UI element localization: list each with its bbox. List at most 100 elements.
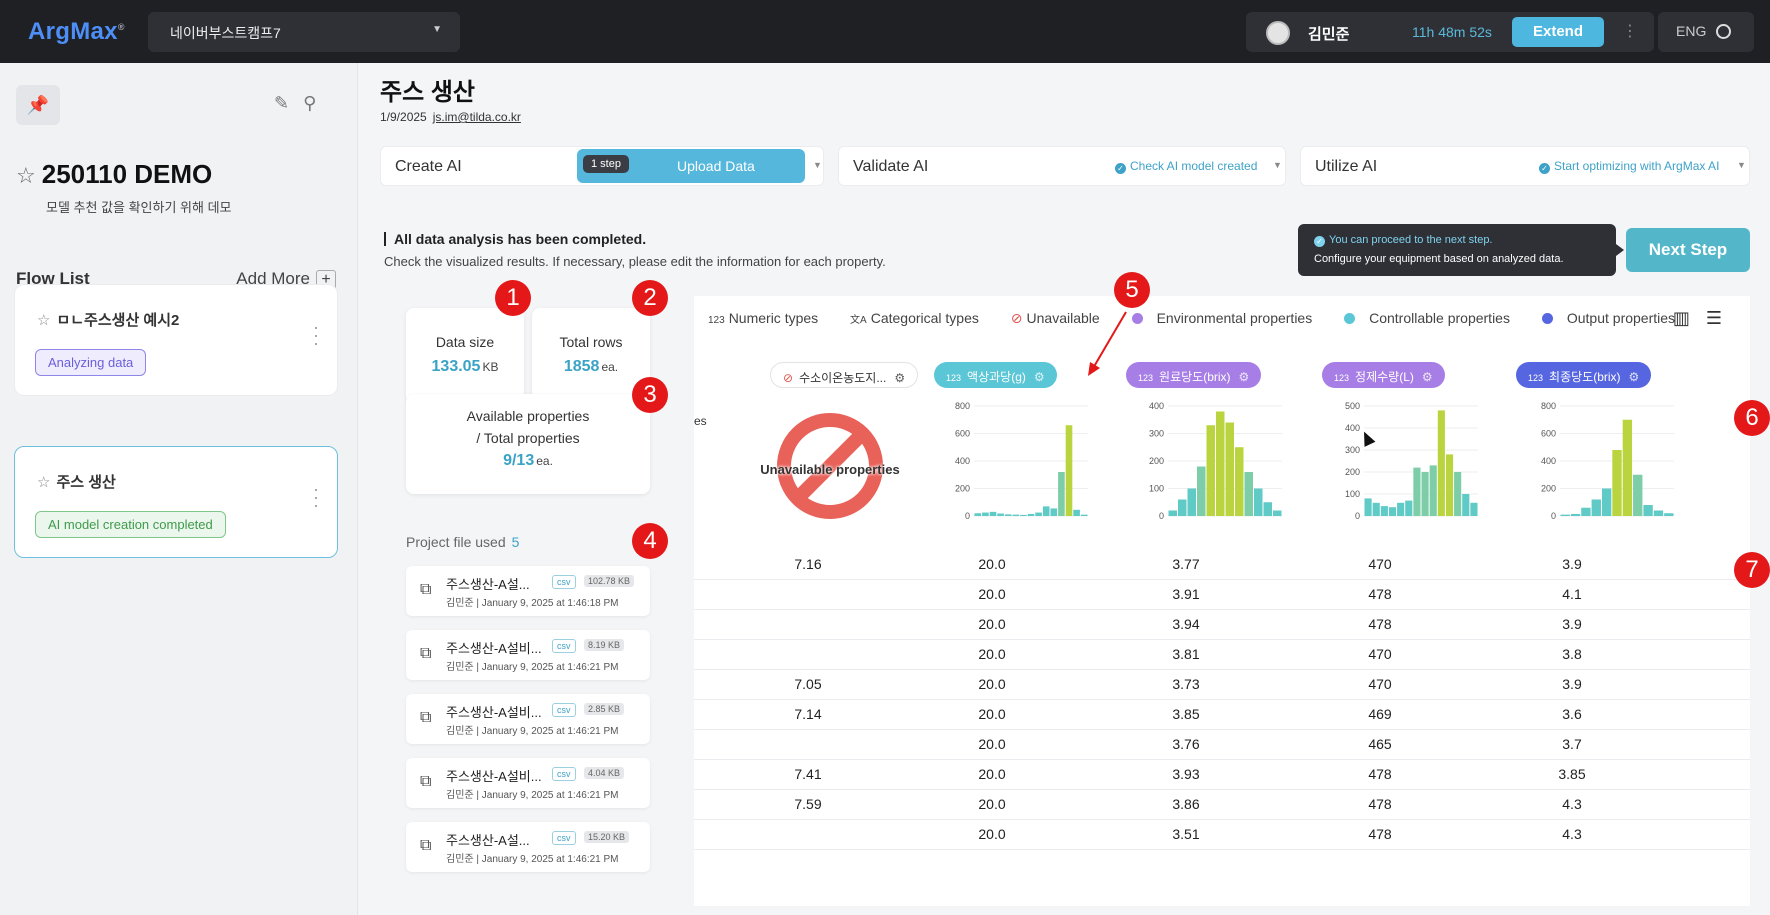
properties-card: Available properties / Total properties … bbox=[406, 394, 650, 494]
tick-label: 600 bbox=[955, 429, 970, 439]
edit-icon[interactable]: ✎ bbox=[274, 93, 303, 113]
star-icon[interactable]: ☆ bbox=[37, 312, 50, 329]
step-label: Utilize AI bbox=[1315, 158, 1378, 175]
file-name: 주스생산-A설... bbox=[446, 833, 530, 848]
tick-label: 400 bbox=[1149, 401, 1164, 411]
file-name: 주스생산-A설비... bbox=[446, 769, 542, 784]
tick-label: 0 bbox=[1551, 511, 1556, 521]
step-create-ai[interactable]: Create AI 1 step Upload Data ▼ bbox=[380, 146, 824, 186]
step-validate-ai[interactable]: Validate AI ✓ Check AI model created ▼ bbox=[838, 146, 1286, 186]
column-header-c1[interactable]: 123 액상과당(g) ⚙ bbox=[934, 362, 1057, 388]
table-cell: 3.94 bbox=[1172, 616, 1200, 632]
grid-view-icon[interactable]: ▥ bbox=[1673, 308, 1706, 328]
flow-card[interactable]: ☆ ㅁㄴ주스생산 예시2 · · · Analyzing data bbox=[14, 284, 338, 396]
project-file-item[interactable]: ⧉ 주스생산-A설비... csv 8.19 KB 김민준 | January 9, 2… bbox=[406, 630, 650, 680]
project-file-item[interactable]: ⧉ 주스생산-A설비... csv 4.04 KB 김민준 | January 9, 2… bbox=[406, 758, 650, 808]
page-meta: 1/9/2025 js.im@tilda.co.kr bbox=[380, 110, 521, 124]
table-cell: 3.9 bbox=[1562, 616, 1582, 632]
more-options-icon[interactable]: · · · bbox=[313, 318, 319, 352]
histogram-bar bbox=[1050, 508, 1058, 516]
tick-label: 400 bbox=[955, 456, 970, 466]
more-options-icon[interactable]: · · · bbox=[313, 480, 319, 514]
more-options-icon[interactable]: ⋮ bbox=[1622, 21, 1638, 41]
table-cell: 3.76 bbox=[1172, 736, 1200, 752]
status-badge: Analyzing data bbox=[35, 349, 147, 376]
file-size-badge: 8.19 KB bbox=[584, 639, 625, 651]
table-cell: 20.0 bbox=[978, 706, 1006, 722]
table-row[interactable]: 7.16 20.0 3.77 470 3.9 bbox=[694, 550, 1750, 580]
gear-icon[interactable]: ⚙ bbox=[894, 371, 905, 385]
check-icon: ✓ bbox=[1115, 163, 1126, 174]
histogram-bar bbox=[1073, 509, 1080, 516]
app-logo[interactable]: ArgMax® bbox=[28, 18, 125, 46]
star-icon[interactable]: ☆ bbox=[16, 163, 36, 188]
step-utilize-ai[interactable]: Utilize AI ✓ Start optimizing with ArgMax… bbox=[1300, 146, 1750, 186]
table-row[interactable]: 20.0 3.51 478 4.3 bbox=[694, 820, 1750, 850]
list-view-icon[interactable]: ☰ bbox=[1706, 308, 1738, 328]
annotation-marker: 6 bbox=[1734, 400, 1770, 436]
extend-button[interactable]: Extend bbox=[1512, 17, 1604, 47]
chevron-down-icon[interactable]: ▼ bbox=[1273, 160, 1282, 170]
user-settings-icon[interactable]: ⚲ bbox=[303, 93, 330, 113]
workspace-name: 네이버부스트캠프7 bbox=[170, 25, 281, 41]
unavailable-chart: Unavailable properties bbox=[750, 404, 910, 534]
table-row[interactable]: 20.0 3.81 470 3.8 bbox=[694, 640, 1750, 670]
histogram-bar bbox=[1454, 472, 1462, 516]
project-file-item[interactable]: ⧉ 주스생산-A설... csv 102.78 KB 김민준 | January 9, … bbox=[406, 566, 650, 616]
histogram-bar bbox=[1413, 467, 1421, 516]
column-header-c4[interactable]: 123 최종당도(brix) ⚙ bbox=[1516, 362, 1652, 388]
workspace-select[interactable]: 네이버부스트캠프7 ▼ bbox=[148, 12, 460, 52]
flow-card-active[interactable]: ☆ 주스 생산 · · · AI model creation completed bbox=[14, 446, 338, 558]
histogram-chart: 400 300 200 100 0 bbox=[1138, 400, 1288, 530]
legend-numeric[interactable]: 123 Numeric types bbox=[708, 310, 832, 326]
gear-icon[interactable]: ⚙ bbox=[1629, 370, 1640, 384]
table-row[interactable]: 7.59 20.0 3.86 478 4.3 bbox=[694, 790, 1750, 820]
gear-icon[interactable]: ⚙ bbox=[1422, 370, 1433, 384]
histogram-bar bbox=[1633, 474, 1643, 516]
histogram-bar bbox=[1012, 514, 1020, 516]
table-cell: 4.3 bbox=[1562, 796, 1582, 812]
project-file-item[interactable]: ⧉ 주스생산-A설비... csv 2.85 KB 김민준 | January 9, 2… bbox=[406, 694, 650, 744]
file-copy-icon: ⧉ bbox=[420, 645, 432, 662]
chevron-down-icon[interactable]: ▼ bbox=[813, 160, 822, 170]
legend-categorical[interactable]: 文A Categorical types bbox=[850, 310, 993, 326]
column-header-unavailable[interactable]: ⊘ 수소이온농도지... ⚙ bbox=[770, 362, 919, 388]
table-row[interactable]: 20.0 3.94 478 3.9 bbox=[694, 610, 1750, 640]
language-select[interactable]: ENG bbox=[1658, 12, 1754, 52]
gear-icon[interactable]: ⚙ bbox=[1034, 370, 1045, 384]
table-cell: 478 bbox=[1368, 796, 1392, 812]
pin-icon[interactable]: 📌 bbox=[16, 85, 60, 125]
legend-controllable[interactable]: Controllable properties bbox=[1344, 310, 1524, 326]
project-file-item[interactable]: ⧉ 주스생산-A설... csv 15.20 KB 김민준 | January 9, 2… bbox=[406, 822, 650, 872]
upload-data-button[interactable]: 1 step Upload Data bbox=[577, 149, 805, 183]
table-row[interactable]: 7.14 20.0 3.85 469 3.6 bbox=[694, 700, 1750, 730]
histogram-bar bbox=[1197, 466, 1206, 516]
chevron-down-icon[interactable]: ▼ bbox=[1737, 160, 1746, 170]
table-cell: 478 bbox=[1368, 586, 1392, 602]
gear-icon[interactable]: ⚙ bbox=[1239, 370, 1250, 384]
table-cell: 20.0 bbox=[978, 736, 1006, 752]
legend-environmental[interactable]: Environmental properties bbox=[1131, 310, 1327, 326]
histogram-bar bbox=[1225, 422, 1234, 516]
language-label: ENG bbox=[1676, 23, 1707, 39]
table-row[interactable]: 7.41 20.0 3.93 478 3.85 bbox=[694, 760, 1750, 790]
legend-output[interactable]: Output properties bbox=[1541, 310, 1689, 326]
column-header-c3[interactable]: 123 정제수량(L) ⚙ bbox=[1322, 362, 1445, 388]
histogram-bar bbox=[1664, 513, 1674, 516]
histogram-bar bbox=[1421, 472, 1429, 516]
histogram-bar bbox=[1601, 488, 1612, 516]
table-cell: 20.0 bbox=[978, 586, 1006, 602]
table-cell: 20.0 bbox=[978, 766, 1006, 782]
analysis-title: All data analysis has been completed. bbox=[384, 231, 646, 247]
column-header-c2[interactable]: 123 원료당도(brix) ⚙ bbox=[1126, 362, 1262, 388]
table-row[interactable]: 20.0 3.91 478 4.1 bbox=[694, 580, 1750, 610]
star-icon[interactable]: ☆ bbox=[37, 474, 50, 491]
file-type-badge: csv bbox=[552, 575, 576, 589]
avatar[interactable] bbox=[1266, 21, 1290, 45]
table-row[interactable]: 7.05 20.0 3.73 470 3.9 bbox=[694, 670, 1750, 700]
file-size-badge: 102.78 KB bbox=[584, 575, 635, 587]
table-row[interactable]: 20.0 3.76 465 3.7 bbox=[694, 730, 1750, 760]
owner-email[interactable]: js.im@tilda.co.kr bbox=[433, 110, 521, 124]
status-badge: AI model creation completed bbox=[35, 511, 226, 538]
next-step-button[interactable]: Next Step bbox=[1626, 228, 1750, 272]
